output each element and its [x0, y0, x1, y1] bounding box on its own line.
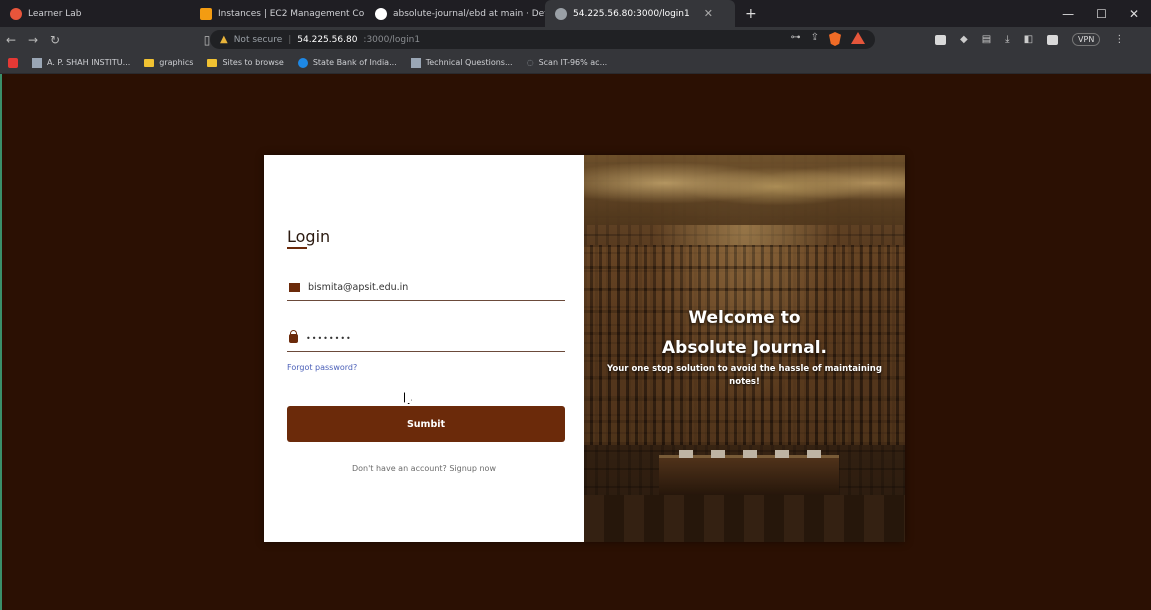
site-icon: [410, 57, 421, 68]
envelope-icon: [289, 283, 300, 292]
address-path: :3000/login1: [363, 34, 421, 45]
wallet-icon[interactable]: [1047, 34, 1059, 45]
forgot-password-link[interactable]: Forgot password?: [287, 363, 357, 372]
menu-icon[interactable]: ⋮: [1114, 34, 1124, 45]
extension-icon[interactable]: [935, 34, 946, 45]
browser-toolbar: ← → ↻ ▯ ▲ Not secure | 54.225.56.80:3000…: [0, 27, 1151, 52]
bookmark-label: graphics: [159, 58, 194, 67]
tab-label: absolute-journal/ebd at main · Dev...: [393, 8, 545, 19]
reload-icon[interactable]: ↻: [44, 33, 66, 47]
share-icon[interactable]: ⇪: [811, 32, 819, 46]
extensions-bar: ◆ ▤ ⤓ ◧ VPN ⋮: [935, 27, 1124, 52]
bookmark-sites[interactable]: Sites to browse: [207, 58, 284, 67]
new-tab-button[interactable]: +: [745, 6, 757, 22]
address-bar[interactable]: ▲ Not secure | 54.225.56.80:3000/login1 …: [210, 30, 875, 49]
minimize-button[interactable]: —: [1062, 7, 1074, 21]
site-icon: [32, 57, 42, 68]
close-window-button[interactable]: ✕: [1129, 7, 1139, 21]
bookmark-scan[interactable]: ◌ Scan IT-96% ac...: [527, 58, 608, 67]
address-bar-actions: ⊶ ⇪: [791, 32, 865, 46]
maximize-button[interactable]: ☐: [1096, 7, 1107, 21]
login-panel: Login Forgot password? Sumbit Don't have…: [264, 155, 584, 542]
brave-rewards-icon[interactable]: [851, 32, 865, 44]
tab-label: 54.225.56.80:3000/login1: [573, 8, 690, 19]
login-card: Login Forgot password? Sumbit Don't have…: [264, 155, 905, 542]
tab-label: Learner Lab: [28, 8, 82, 19]
bookmark-label: Technical Questions...: [425, 58, 513, 67]
globe-icon: [555, 7, 567, 20]
welcome-heading-line2: Absolute Journal.: [662, 338, 827, 358]
close-tab-icon[interactable]: ✕: [704, 7, 713, 20]
tab-login[interactable]: 54.225.56.80:3000/login1 ✕: [545, 0, 735, 27]
warning-icon: ▲: [220, 34, 228, 45]
brave-shield-icon[interactable]: [829, 32, 841, 46]
bookmark-label: Sites to browse: [222, 58, 284, 67]
signup-prompt: Don't have an account? Signup now: [264, 464, 584, 473]
security-label: Not secure: [233, 34, 283, 45]
bookmark-apps[interactable]: [8, 57, 18, 68]
tab-github[interactable]: absolute-journal/ebd at main · Dev...: [365, 0, 545, 27]
extension-icon[interactable]: ◆: [960, 34, 968, 45]
learner-lab-icon: [10, 7, 22, 20]
apps-icon: [8, 57, 18, 68]
site-icon: [297, 57, 308, 68]
key-icon[interactable]: ⊶: [791, 32, 801, 46]
title-underline: [287, 247, 307, 249]
folder-icon: [207, 58, 218, 67]
window-edge: [0, 74, 7, 610]
address-host: 54.225.56.80: [297, 34, 358, 45]
aws-icon: [200, 7, 212, 20]
forward-icon[interactable]: →: [22, 33, 44, 47]
bookmark-graphics[interactable]: graphics: [144, 58, 193, 67]
email-input[interactable]: [308, 282, 548, 293]
login-title: Login: [287, 227, 331, 246]
github-icon: [375, 7, 387, 20]
site-icon: ◌: [526, 58, 534, 67]
address-separator: |: [288, 34, 292, 45]
bookmark-label: A. P. SHAH INSTITU...: [47, 58, 131, 67]
lock-icon: [289, 330, 298, 343]
welcome-subtitle: Your one stop solution to avoid the hass…: [607, 364, 882, 387]
window-controls: — ☐ ✕: [1062, 0, 1151, 27]
password-input[interactable]: [306, 334, 546, 343]
download-icon[interactable]: ⤓: [1005, 34, 1009, 45]
browser-tab-bar: Learner Lab Instances | EC2 Management C…: [0, 0, 1151, 27]
signup-text: Don't have an account?: [351, 464, 447, 473]
bookmarks-bar: A. P. SHAH INSTITU... graphics Sites to …: [0, 52, 1151, 74]
sidebar-icon[interactable]: ◧: [1024, 34, 1033, 45]
welcome-panel: Welcome to Absolute Journal. Your one st…: [584, 155, 905, 542]
tab-label: Instances | EC2 Management Console: [218, 8, 365, 19]
bookmark-apshah[interactable]: A. P. SHAH INSTITU...: [32, 57, 131, 68]
extension-icon[interactable]: ▤: [982, 34, 991, 45]
tab-ec2-console[interactable]: Instances | EC2 Management Console: [190, 0, 365, 27]
bookmark-sbi[interactable]: State Bank of India...: [297, 57, 397, 68]
tab-learner-lab[interactable]: Learner Lab: [0, 0, 190, 27]
bookmark-technical[interactable]: Technical Questions...: [410, 57, 513, 68]
back-icon[interactable]: ←: [0, 33, 22, 47]
bookmark-label: Scan IT-96% ac...: [538, 58, 608, 67]
email-field[interactable]: [287, 275, 565, 301]
welcome-heading-line1: Welcome to: [688, 308, 801, 328]
password-field[interactable]: [287, 326, 565, 352]
submit-button[interactable]: Sumbit: [287, 406, 565, 442]
vpn-chip[interactable]: VPN: [1072, 33, 1101, 46]
signup-link[interactable]: Signup now: [449, 464, 496, 473]
folder-icon: [144, 58, 155, 67]
bookmark-label: State Bank of India...: [312, 58, 397, 67]
